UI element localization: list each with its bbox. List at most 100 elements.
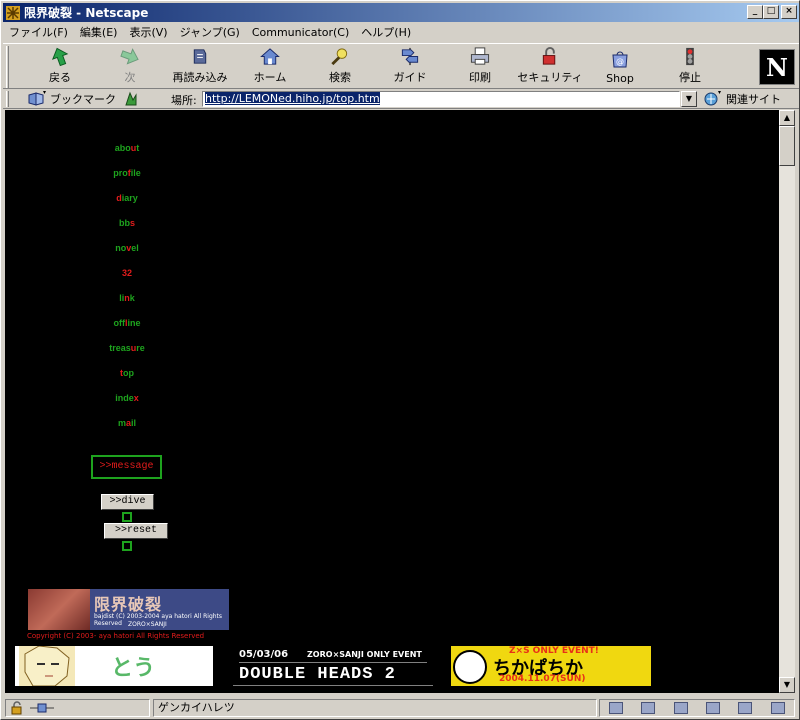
stop-button[interactable]: 停止 [655, 46, 725, 88]
nav-link-about[interactable]: about [95, 140, 159, 165]
message-box[interactable]: >>message [91, 455, 162, 479]
banner-figure [453, 650, 487, 684]
location-input[interactable]: http://LEMONed.hiho.jp/top.htm [202, 91, 680, 107]
maximize-button[interactable]: □ [763, 5, 779, 19]
menu-bar: ファイル(F) 編集(E) 表示(V) ジャンプ(G) Communicator… [3, 23, 799, 41]
banner-title: 限界破裂 [94, 595, 163, 614]
navigation-toolbar: 戻る 次 再読み込み ホーム 検索 ガイド 印刷 セキュリティ @ Shop 停… [3, 43, 799, 89]
menu-view[interactable]: 表示(V) [123, 24, 173, 40]
component-bar [599, 699, 795, 717]
reload-icon [193, 49, 207, 64]
related-sites-button[interactable]: 関連サイト [703, 91, 781, 107]
location-dropdown-button[interactable]: ▼ [681, 91, 697, 107]
printer-icon [470, 47, 490, 65]
search-icon [331, 48, 348, 66]
page-proxy-icon[interactable] [123, 91, 139, 107]
discussion-icon[interactable] [673, 702, 688, 714]
svg-text:@: @ [616, 57, 624, 66]
reload-button[interactable]: 再読み込み [165, 46, 235, 88]
home-icon [260, 48, 280, 65]
stop-icon [686, 47, 694, 66]
nav-link-bbs[interactable]: bbs [95, 215, 159, 240]
title-bar: 限界破裂 - Netscape _ □ × [3, 3, 799, 22]
edit-icon[interactable] [770, 702, 785, 714]
composer-icon[interactable] [706, 702, 721, 714]
nav-link-profile[interactable]: profile [95, 165, 159, 190]
mail-icon[interactable] [641, 702, 656, 714]
event-name: DOUBLE HEADS 2 [239, 665, 396, 684]
lock-status-icon [11, 701, 22, 715]
location-label: 場所: [171, 94, 197, 107]
tou-text: とう [111, 656, 156, 681]
menu-edit[interactable]: 編集(E) [74, 24, 124, 40]
minimize-button[interactable]: _ [747, 5, 763, 19]
nav-link-novel[interactable]: novel [95, 240, 159, 265]
vertical-scrollbar[interactable]: ▲ ▼ [779, 110, 795, 693]
location-bar: ブックマーク 場所: http://LEMONed.hiho.jp/top.ht… [3, 89, 799, 109]
forward-button[interactable]: 次 [95, 46, 165, 88]
double-heads-banner[interactable]: 05/03/06 ZORO×SANJI ONLY EVENT DOUBLE HE… [233, 646, 433, 686]
connection-icon [30, 703, 54, 713]
copyright-text: Copyright (C) 2003- aya hatori All Right… [27, 632, 205, 640]
banner-divider [239, 662, 427, 663]
address-book-icon[interactable] [738, 702, 753, 714]
site-navigation: about profile diary bbs novel 32 link of… [95, 140, 159, 440]
status-security[interactable] [5, 699, 150, 717]
search-button[interactable]: 検索 [305, 46, 375, 88]
back-button[interactable]: 戻る [25, 46, 95, 88]
tou-banner[interactable]: とう [15, 646, 213, 686]
bookmark-icon [28, 90, 46, 106]
related-sites-icon [704, 91, 721, 106]
nav-link-diary[interactable]: diary [95, 190, 159, 215]
banner-art [28, 589, 90, 630]
event-title: ZORO×SANJI ONLY EVENT [307, 650, 422, 659]
scroll-up-button[interactable]: ▲ [779, 110, 795, 126]
print-button[interactable]: 印刷 [445, 46, 515, 88]
guide-icon [401, 47, 419, 66]
location-url: http://LEMONed.hiho.jp/top.htm [205, 92, 380, 105]
menu-communicator[interactable]: Communicator(C) [246, 26, 355, 39]
nav-link-treasure[interactable]: treasure [95, 340, 159, 365]
menu-help[interactable]: ヘルプ(H) [355, 24, 417, 40]
guide-button[interactable]: ガイド [375, 46, 445, 88]
nav-link-mail[interactable]: mail [95, 415, 159, 440]
nav-link-link[interactable]: link [95, 290, 159, 315]
scroll-thumb[interactable] [779, 126, 795, 166]
menu-file[interactable]: ファイル(F) [3, 24, 74, 40]
browser-window: 限界破裂 - Netscape _ □ × ファイル(F) 編集(E) 表示(V… [0, 0, 800, 720]
shop-icon: @ [612, 51, 628, 68]
chika-date-text: 2004.11.07(SUN) [499, 674, 586, 684]
character-illustration [19, 646, 75, 686]
reset-button[interactable]: >>reset [104, 523, 168, 539]
nav-link-offline[interactable]: offline [95, 315, 159, 340]
chikapachika-banner[interactable]: Z×S ONLY EVENT! ちかぱちか 2004.11.07(SUN) [451, 646, 651, 686]
toolbar-grip[interactable] [6, 46, 9, 88]
status-text: ゲンカイハレツ [153, 699, 597, 717]
status-bar: ゲンカイハレツ [3, 697, 799, 719]
bookmarks-button[interactable]: ブックマーク [27, 90, 116, 107]
reset-checkbox[interactable] [122, 541, 132, 551]
dive-checkbox[interactable] [122, 512, 132, 522]
banner-pairing: ZORO×SANJI [128, 621, 167, 628]
scroll-down-button[interactable]: ▼ [779, 677, 795, 693]
event-date: 05/03/06 [239, 649, 289, 660]
lock-icon [542, 46, 556, 65]
back-arrow-icon [51, 47, 69, 67]
window-title: 限界破裂 - Netscape [24, 6, 149, 20]
nav-link-index[interactable]: index [95, 390, 159, 415]
forward-arrow-icon [120, 48, 139, 65]
close-button[interactable]: × [781, 5, 797, 19]
shop-button[interactable]: @ Shop [585, 46, 655, 88]
navigator-icon[interactable] [609, 702, 624, 714]
netscape-logo[interactable]: N [759, 49, 795, 85]
home-button[interactable]: ホーム [235, 46, 305, 88]
security-button[interactable]: セキュリティ [515, 46, 585, 88]
dive-button[interactable]: >>dive [101, 494, 154, 510]
nav-link-top[interactable]: top [95, 365, 159, 390]
site-banner[interactable]: 限界破裂 bajdist (C) 2003-2004 aya hatori Al… [28, 589, 229, 630]
menu-go[interactable]: ジャンプ(G) [174, 24, 246, 40]
netscape-app-icon [5, 5, 21, 21]
location-grip[interactable] [6, 91, 9, 107]
page-content: about profile diary bbs novel 32 link of… [5, 110, 779, 693]
nav-link-32[interactable]: 32 [95, 265, 159, 290]
